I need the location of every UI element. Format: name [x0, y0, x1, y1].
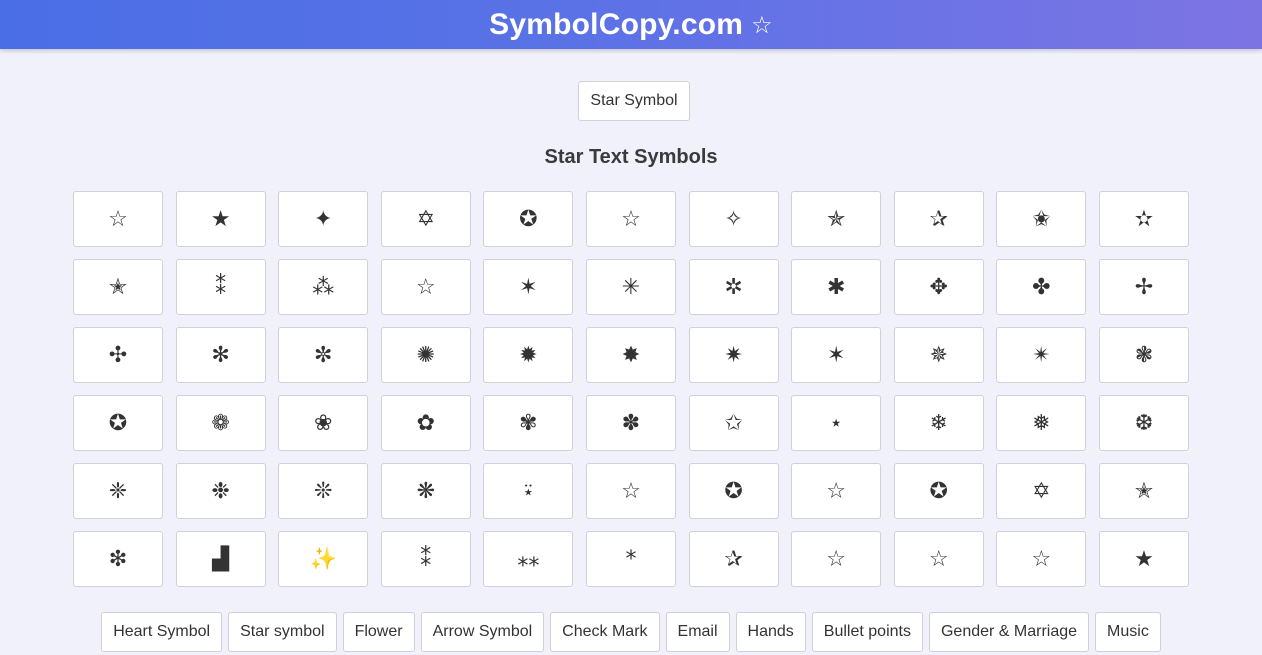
category-nav: Heart Symbol Star symbol Flower Arrow Symbo… — [0, 612, 1262, 652]
symbol-cell[interactable]: ☆ — [585, 463, 676, 519]
symbol-cell[interactable]: ✷ — [688, 327, 779, 383]
symbol-cell[interactable]: ✳ — [585, 259, 676, 315]
symbol-cell[interactable]: ✨ — [278, 531, 369, 587]
symbol-cell[interactable]: ✡ — [996, 463, 1087, 519]
symbol-cell[interactable]: ✦ — [278, 191, 369, 247]
symbol-cell[interactable]: ✿ — [380, 395, 471, 451]
symbol-cell[interactable]: ✣ — [73, 327, 163, 383]
symbol-cell[interactable]: ⋆ — [791, 395, 882, 451]
symbol-cell[interactable]: ❈ — [73, 463, 163, 519]
symbol-cell[interactable]: ✧ — [688, 191, 779, 247]
symbol-cell[interactable]: ❅ — [996, 395, 1087, 451]
symbol-cell[interactable]: ✰ — [688, 531, 779, 587]
symbol-cell[interactable]: ☆ — [73, 191, 163, 247]
site-title[interactable]: SymbolCopy.com ☆ — [489, 8, 773, 42]
symbol-cell[interactable]: ✤ — [996, 259, 1087, 315]
symbol-cell[interactable]: ✾ — [483, 395, 574, 451]
symbol-cell[interactable]: ⁎⁎ — [483, 531, 574, 587]
symbol-cell[interactable]: ✱ — [791, 259, 882, 315]
nav-check-mark-button[interactable]: Check Mark — [550, 612, 660, 652]
symbol-cell[interactable]: * — [585, 531, 676, 587]
symbol-cell[interactable]: ⁂ — [278, 259, 369, 315]
symbol-cell[interactable]: ❋ — [380, 463, 471, 519]
star-icon: ☆ — [751, 10, 773, 39]
symbol-cell[interactable]: ✥ — [893, 259, 984, 315]
symbol-cell[interactable]: ❇ — [73, 531, 163, 587]
symbol-cell[interactable]: ✻ — [175, 327, 266, 383]
nav-hands-button[interactable]: Hands — [735, 612, 806, 652]
symbol-cell[interactable]: ✬ — [996, 191, 1087, 247]
nav-email-button[interactable]: Email — [665, 612, 730, 652]
symbol-cell[interactable]: ✭ — [73, 259, 163, 315]
symbol-cell[interactable]: ❀ — [278, 395, 369, 451]
symbol-cell[interactable]: ☆ — [380, 259, 471, 315]
symbol-cell[interactable]: ❊ — [278, 463, 369, 519]
symbol-cell[interactable]: ✶ — [791, 327, 882, 383]
nav-gender-marriage-button[interactable]: Gender & Marriage — [928, 612, 1090, 652]
symbol-cell[interactable]: ✲ — [688, 259, 779, 315]
symbol-cell[interactable]: ▟ — [175, 531, 266, 587]
site-header: SymbolCopy.com ☆ — [0, 0, 1262, 49]
symbol-cell[interactable]: ✹ — [483, 327, 574, 383]
star-symbol-button[interactable]: Star Symbol — [578, 81, 690, 121]
symbol-cell[interactable]: ✴ — [996, 327, 1087, 383]
symbol-cell[interactable]: ✡ — [380, 191, 471, 247]
symbol-cell[interactable]: ✸ — [585, 327, 676, 383]
symbol-cell[interactable]: ✼ — [278, 327, 369, 383]
symbol-cell[interactable]: ✽ — [585, 395, 676, 451]
symbol-cell[interactable]: ❆ — [1098, 395, 1189, 451]
symbol-cell[interactable]: ✪ — [73, 395, 163, 451]
symbol-cell[interactable]: ✫ — [1098, 191, 1189, 247]
nav-star-symbol-button[interactable]: Star symbol — [228, 612, 337, 652]
symbol-cell[interactable]: ★ — [175, 191, 266, 247]
symbol-cell[interactable]: ☆ — [996, 531, 1087, 587]
symbol-cell[interactable]: ❁ — [175, 395, 266, 451]
nav-music-button[interactable]: Music — [1095, 612, 1161, 652]
symbol-cell[interactable]: ✯ — [791, 191, 882, 247]
symbol-cell[interactable]: ✵ — [893, 327, 984, 383]
symbol-cell[interactable]: ✺ — [380, 327, 471, 383]
symbol-cell[interactable]: ⁑ — [380, 531, 471, 587]
symbol-cell[interactable]: ✪ — [893, 463, 984, 519]
section-title: Star Text Symbols — [544, 146, 718, 168]
nav-heart-symbol-button[interactable]: Heart Symbol — [101, 612, 223, 652]
symbol-cell[interactable]: ☆ — [585, 191, 676, 247]
symbol-cell[interactable]: ☆ — [791, 463, 882, 519]
symbol-cell[interactable]: ✭ — [1098, 463, 1189, 519]
symbol-cell[interactable]: ✪ — [483, 191, 574, 247]
symbol-cell[interactable]: ☆ — [791, 531, 882, 587]
nav-flower-button[interactable]: Flower — [342, 612, 415, 652]
nav-arrow-symbol-button[interactable]: Arrow Symbol — [420, 612, 545, 652]
symbol-grid: ☆ ★ ✦ ✡ ✪ ☆ ✧ ✯ ✰ ✬ ✫ ✭ ⁑ ⁂ ☆ ✶ ✳ ✲ ✱ ✥ ✤ ✢ ✣ ✻ ✼ ✺ ✹ ✸ ✷ ✶ ✵ ✴ ❃ ✪ ❁ ❀ ✿ ✾ ✽ ✩… — [73, 191, 1189, 587]
symbol-cell[interactable]: ★ — [1098, 531, 1189, 587]
symbol-cell[interactable]: ❃ — [1098, 327, 1189, 383]
symbol-cell[interactable]: ✩ — [688, 395, 779, 451]
symbol-cell[interactable]: ✢ — [1098, 259, 1189, 315]
symbol-cell[interactable]: ✰ — [893, 191, 984, 247]
symbol-cell[interactable]: ⍣ — [483, 463, 574, 519]
symbol-cell[interactable]: ☆ — [893, 531, 984, 587]
nav-bullet-points-button[interactable]: Bullet points — [811, 612, 923, 652]
symbol-cell[interactable]: ❉ — [175, 463, 266, 519]
symbol-cell[interactable]: ⁑ — [175, 259, 266, 315]
symbol-cell[interactable]: ✶ — [483, 259, 574, 315]
symbol-cell[interactable]: ✪ — [688, 463, 779, 519]
site-title-text[interactable]: SymbolCopy.com — [489, 8, 743, 41]
symbol-cell[interactable]: ❄ — [893, 395, 984, 451]
